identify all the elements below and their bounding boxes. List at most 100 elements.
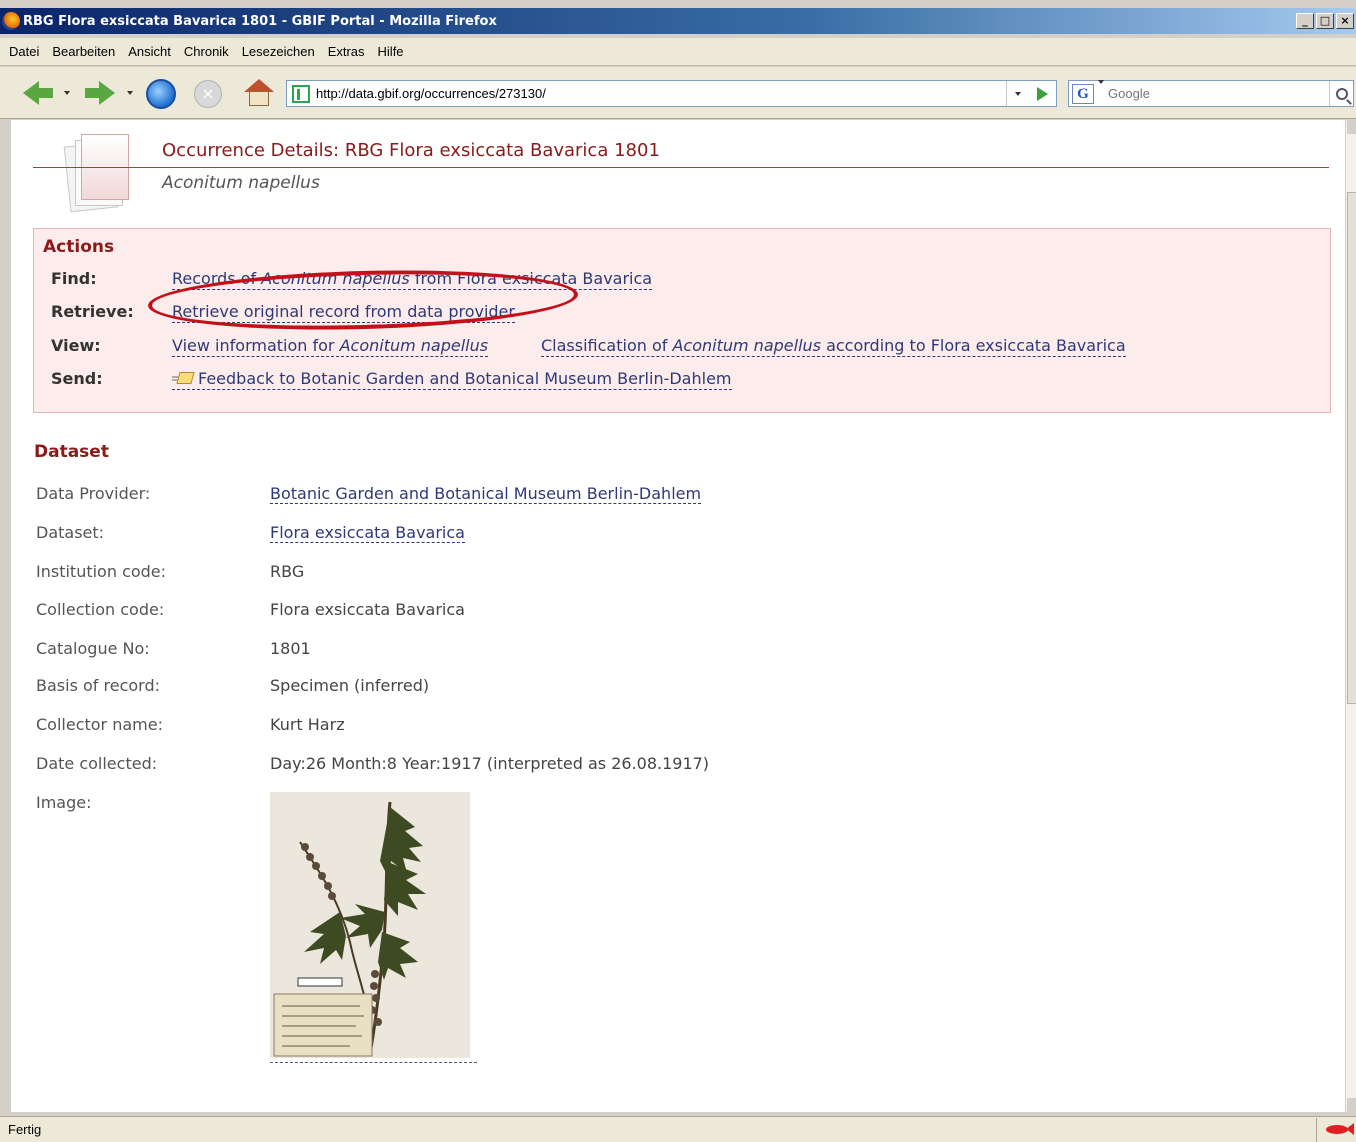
firefox-icon bbox=[2, 12, 20, 30]
status-text: Fertig bbox=[8, 1122, 42, 1137]
chevron-down-icon bbox=[1014, 91, 1021, 96]
reload-button[interactable] bbox=[145, 78, 177, 110]
classification-link-species: Aconitum napellus bbox=[672, 336, 821, 355]
address-bar[interactable]: http://data.gbif.org/occurrences/273130/ bbox=[286, 80, 1057, 107]
feedback-link[interactable]: Feedback to Botanic Garden and Botanical… bbox=[172, 369, 732, 390]
close-button[interactable]: × bbox=[1336, 13, 1354, 29]
forward-button[interactable] bbox=[82, 80, 118, 106]
menu-chronik[interactable]: Chronik bbox=[178, 44, 236, 59]
go-button[interactable] bbox=[1028, 81, 1056, 106]
scroll-up-arrow[interactable] bbox=[1347, 120, 1356, 134]
collection-code-label: Collection code: bbox=[36, 600, 165, 619]
scroll-down-arrow[interactable] bbox=[1347, 1098, 1356, 1112]
stop-button[interactable]: × bbox=[193, 79, 223, 109]
date-collected-label: Date collected: bbox=[36, 754, 158, 773]
dataset-link[interactable]: Flora exsiccata Bavarica bbox=[270, 523, 465, 543]
institution-code-label: Institution code: bbox=[36, 562, 167, 581]
find-link-species: Aconitum napellus bbox=[261, 269, 410, 288]
data-provider-link[interactable]: Botanic Garden and Botanical Museum Berl… bbox=[270, 484, 702, 504]
collector-name-label: Collector name: bbox=[36, 715, 163, 734]
forward-icon bbox=[99, 81, 115, 105]
species-subtitle: Aconitum napellus bbox=[162, 173, 320, 193]
maximize-button[interactable]: □ bbox=[1316, 13, 1334, 29]
navigation-toolbar: × http://data.gbif.org/occurrences/27313… bbox=[0, 67, 1356, 119]
back-button[interactable] bbox=[20, 80, 56, 106]
search-icon bbox=[1335, 87, 1348, 100]
search-bar: G bbox=[1068, 80, 1354, 107]
view-label: View: bbox=[51, 336, 101, 355]
back-history-dropdown[interactable] bbox=[62, 89, 72, 97]
url-history-dropdown[interactable] bbox=[1006, 81, 1028, 106]
basis-of-record-label: Basis of record: bbox=[36, 676, 160, 695]
retrieve-label: Retrieve: bbox=[51, 302, 134, 321]
dataset-label: Dataset: bbox=[36, 523, 105, 542]
image-link-underline bbox=[270, 1062, 477, 1063]
status-addon-button[interactable] bbox=[1316, 1117, 1356, 1142]
basis-of-record-value: Specimen (inferred) bbox=[270, 676, 430, 695]
find-records-link[interactable]: Records of Aconitum napellus from Flora … bbox=[172, 269, 653, 290]
google-engine-icon[interactable]: G bbox=[1072, 83, 1094, 104]
go-icon bbox=[1036, 86, 1048, 101]
view-link-species: Aconitum napellus bbox=[339, 336, 489, 355]
collector-name-value: Kurt Harz bbox=[270, 715, 345, 734]
vertical-scrollbar[interactable] bbox=[1345, 120, 1356, 1112]
window-controls: _ □ × bbox=[1296, 13, 1354, 29]
window-title: RBG Flora exsiccata Bavarica 1801 - GBIF… bbox=[23, 13, 497, 29]
view-species-info-link[interactable]: View information for Aconitum napellus bbox=[172, 336, 489, 357]
search-engine-dropdown[interactable] bbox=[1098, 80, 1104, 103]
retrieve-original-record-link[interactable]: Retrieve original record from data provi… bbox=[172, 302, 515, 323]
browser-window: RBG Flora exsiccata Bavarica 1801 - GBIF… bbox=[0, 0, 1356, 1142]
institution-code-value: RBG bbox=[270, 562, 305, 581]
classification-link-suffix: according to Flora exsiccata Bavarica bbox=[820, 336, 1126, 355]
view-link-prefix: View information for bbox=[172, 336, 340, 355]
actions-heading: Actions bbox=[43, 237, 115, 257]
page-content: Occurrence Details: RBG Flora exsiccata … bbox=[11, 120, 1345, 1112]
menu-hilfe[interactable]: Hilfe bbox=[372, 44, 411, 59]
menu-ansicht[interactable]: Ansicht bbox=[122, 44, 178, 59]
catalogue-no-value: 1801 bbox=[270, 639, 311, 658]
herbarium-specimen-image bbox=[270, 792, 470, 1058]
send-label: Send: bbox=[51, 369, 103, 388]
feedback-link-text: Feedback to Botanic Garden and Botanical… bbox=[198, 369, 732, 388]
menu-bearbeiten[interactable]: Bearbeiten bbox=[46, 44, 122, 59]
date-collected-value: Day:26 Month:8 Year:1917 (interpreted as… bbox=[270, 754, 710, 773]
search-button[interactable] bbox=[1329, 81, 1353, 106]
actions-panel: Actions Find: Records of Aconitum napell… bbox=[33, 228, 1331, 413]
home-button[interactable] bbox=[243, 78, 275, 108]
menu-bar: Datei Bearbeiten Ansicht Chronik Lesezei… bbox=[0, 38, 1356, 66]
view-classification-link[interactable]: Classification of Aconitum napellus acco… bbox=[541, 336, 1126, 357]
specimen-image-link[interactable] bbox=[270, 792, 470, 1058]
dataset-heading: Dataset bbox=[34, 442, 109, 462]
stop-icon: × bbox=[194, 80, 222, 108]
page-title: Occurrence Details: RBG Flora exsiccata … bbox=[162, 140, 660, 161]
find-link-suffix: from Flora exsiccata Bavarica bbox=[409, 269, 653, 288]
fish-icon bbox=[1325, 1123, 1354, 1135]
data-provider-label: Data Provider: bbox=[36, 484, 151, 503]
find-label: Find: bbox=[51, 269, 97, 288]
url-text[interactable]: http://data.gbif.org/occurrences/273130/ bbox=[316, 86, 1006, 101]
status-bar: Fertig bbox=[0, 1116, 1356, 1142]
forward-history-dropdown[interactable] bbox=[125, 89, 135, 97]
title-bar: RBG Flora exsiccata Bavarica 1801 - GBIF… bbox=[0, 8, 1356, 34]
find-link-prefix: Records of bbox=[172, 269, 262, 288]
catalogue-no-label: Catalogue No: bbox=[36, 639, 150, 658]
scrollbar-thumb[interactable] bbox=[1347, 192, 1356, 704]
image-label: Image: bbox=[36, 793, 92, 812]
menu-datei[interactable]: Datei bbox=[0, 44, 46, 59]
search-input[interactable] bbox=[1108, 82, 1329, 105]
chevron-down-icon bbox=[64, 91, 70, 95]
chevron-down-icon bbox=[127, 91, 133, 95]
classification-link-prefix: Classification of bbox=[541, 336, 673, 355]
chevron-down-icon bbox=[1098, 80, 1104, 103]
minimize-button[interactable]: _ bbox=[1296, 13, 1314, 29]
reload-icon bbox=[146, 79, 176, 109]
collection-code-value: Flora exsiccata Bavarica bbox=[270, 600, 465, 619]
header-divider bbox=[33, 167, 1329, 168]
home-icon bbox=[244, 79, 274, 107]
back-icon bbox=[23, 81, 39, 105]
menu-extras[interactable]: Extras bbox=[322, 44, 372, 59]
feedback-mail-icon bbox=[172, 372, 192, 384]
occurrence-document-icon bbox=[63, 134, 129, 216]
site-favicon-icon bbox=[292, 84, 310, 103]
menu-lesezeichen[interactable]: Lesezeichen bbox=[236, 44, 322, 59]
